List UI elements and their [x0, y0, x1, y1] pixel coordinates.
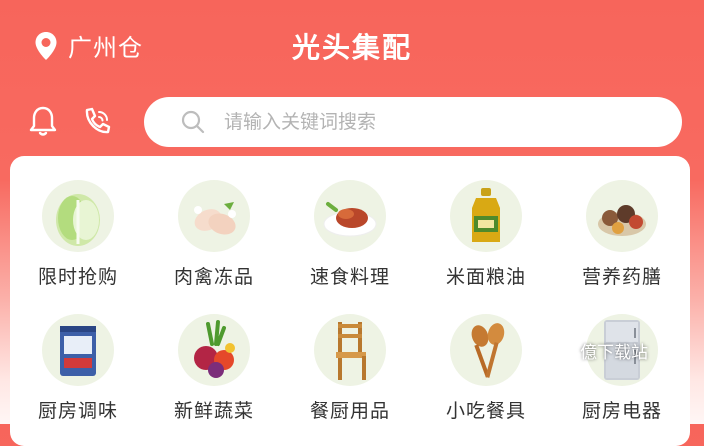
category-label: 速食料理 [309, 266, 390, 288]
category-label: 餐厨用品 [309, 400, 390, 422]
category-label: 米面粮油 [445, 266, 526, 288]
search-input[interactable] [222, 110, 646, 134]
category-item-seasoning[interactable]: 厨房调味 [10, 310, 146, 430]
vegetables-icon [194, 320, 235, 378]
category-label: 营养药膳 [581, 266, 662, 288]
search-bar[interactable] [144, 97, 682, 147]
category-label: 肉禽冻品 [173, 266, 254, 288]
oil-bottle-icon [472, 188, 500, 242]
seasoning-bag-icon [60, 326, 96, 376]
wooden-spoons-icon [471, 323, 505, 378]
category-card: 限时抢购 肉禽冻品 速食料理 米面粮油 营养药膳 厨房调味 新鲜蔬菜 餐厨用品 … [10, 156, 690, 446]
search-icon [181, 110, 205, 134]
category-label: 限时抢购 [37, 266, 118, 288]
chair-icon [336, 322, 366, 380]
top-bar: 广州仓 光头集配 [0, 0, 704, 92]
bell-icon [29, 106, 57, 136]
category-label: 小吃餐具 [445, 400, 526, 422]
phone-icon [85, 107, 111, 134]
page-title: 光头集配 [291, 31, 412, 64]
spices-icon [598, 205, 646, 236]
category-item-flash-sale[interactable]: 限时抢购 [10, 176, 146, 296]
cabbage-icon [56, 194, 100, 246]
category-label: 厨房电器 [581, 400, 662, 422]
category-item-snack-tableware[interactable]: 小吃餐具 [418, 310, 554, 430]
category-item-herbal-diet[interactable]: 营养药膳 [554, 176, 690, 296]
cooked-meat-icon [323, 202, 377, 237]
category-item-meat-poultry[interactable]: 肉禽冻品 [146, 176, 282, 296]
category-item-kitchen-appliances[interactable]: 厨房电器 [554, 310, 690, 430]
category-item-instant-food[interactable]: 速食料理 [282, 176, 418, 296]
category-item-kitchen-supplies[interactable]: 餐厨用品 [282, 310, 418, 430]
watermark: 億下载站 [580, 343, 648, 363]
notification-button[interactable] [26, 104, 60, 138]
category-label: 厨房调味 [37, 400, 118, 422]
category-label: 新鲜蔬菜 [173, 400, 254, 422]
customer-service-button[interactable] [80, 104, 114, 138]
category-item-fresh-vegetables[interactable]: 新鲜蔬菜 [146, 310, 282, 430]
chicken-icon [194, 202, 236, 235]
category-item-grain-oil[interactable]: 米面粮油 [418, 176, 554, 296]
